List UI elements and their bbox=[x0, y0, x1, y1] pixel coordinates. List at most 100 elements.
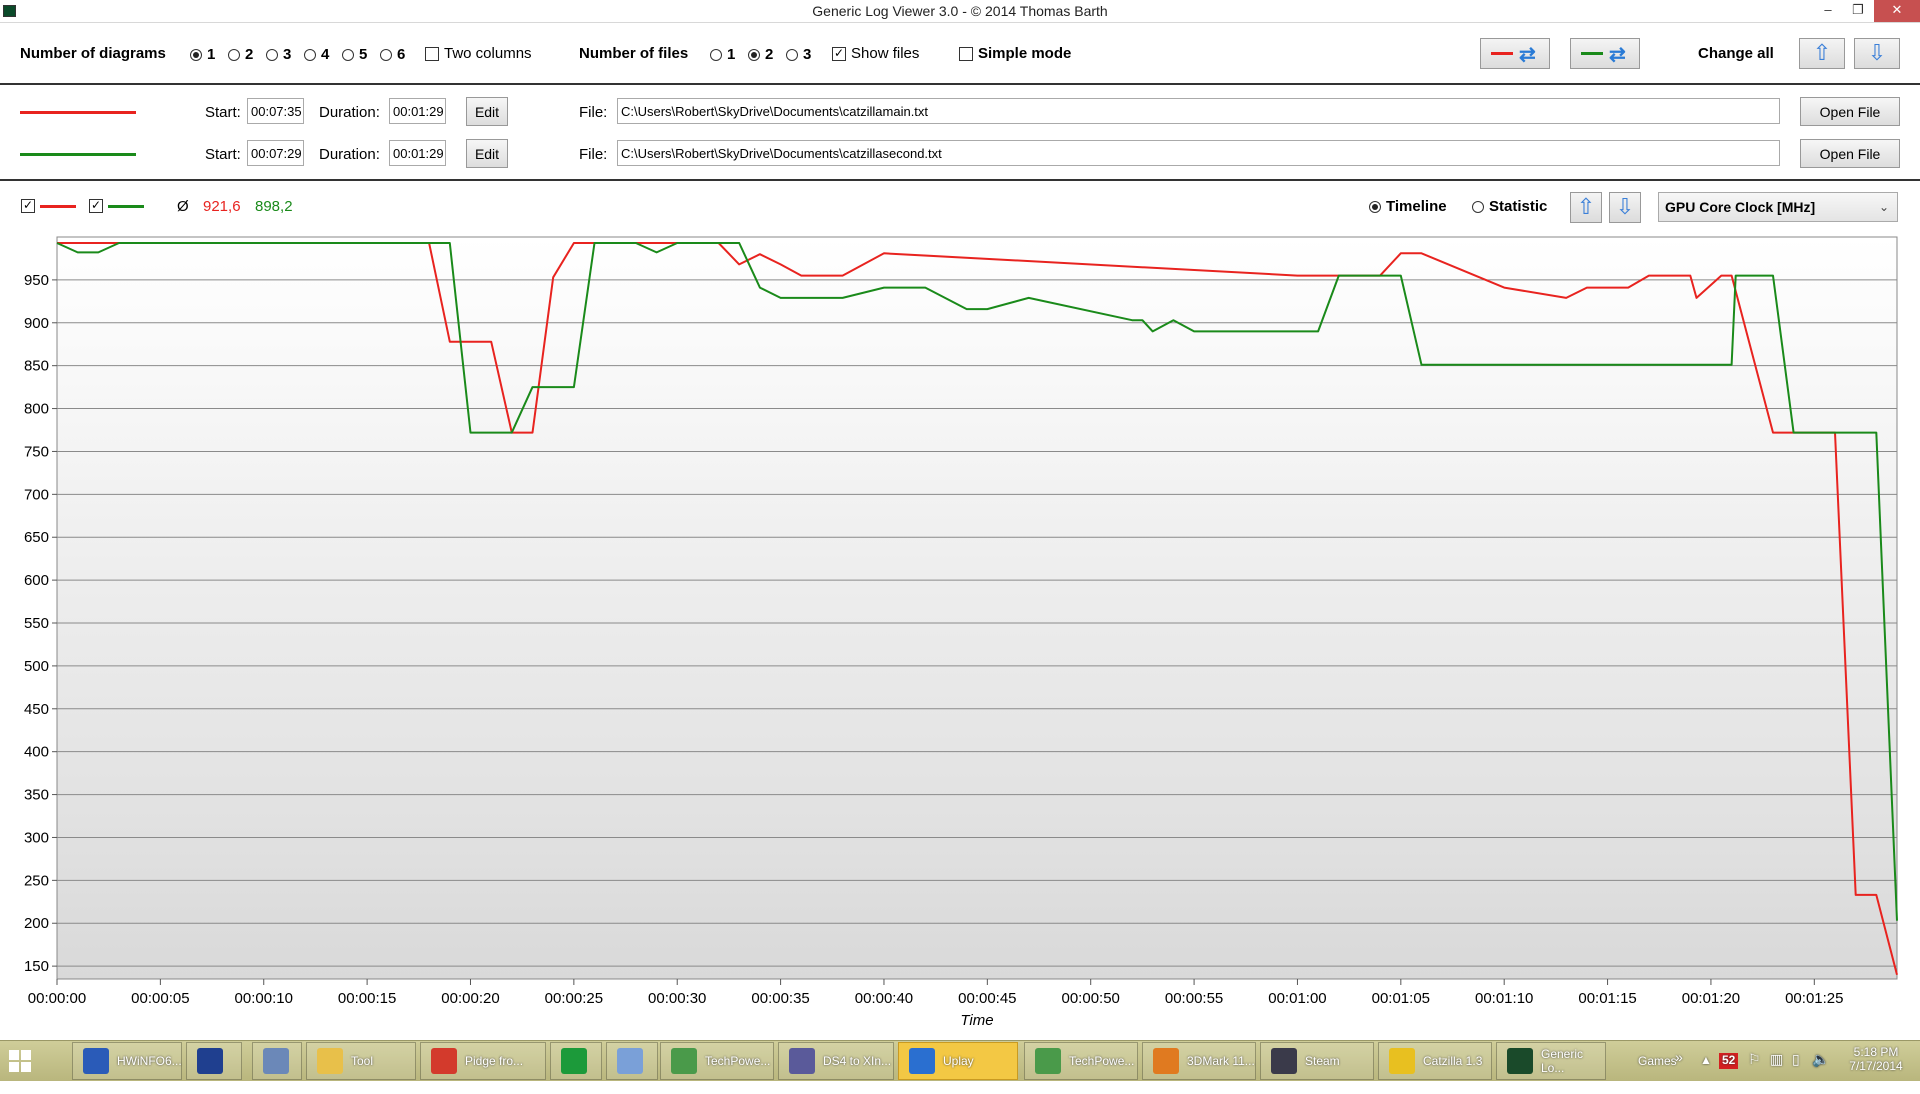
battery-icon[interactable]: ▯ bbox=[1792, 1051, 1800, 1091]
taskbar-item[interactable]: Pidge fro... bbox=[420, 1042, 546, 1080]
x-tick-label: 00:01:10 bbox=[1475, 990, 1533, 1007]
timeline-radio[interactable]: Timeline bbox=[1369, 198, 1447, 215]
taskbar-item[interactable]: HWiNFO6... bbox=[72, 1042, 182, 1080]
taskbar-item[interactable] bbox=[252, 1042, 302, 1080]
paint-icon bbox=[617, 1048, 643, 1074]
swap-green-button[interactable]: ⇄ bbox=[1570, 38, 1640, 69]
taskbar-item[interactable]: Steam bbox=[1260, 1042, 1374, 1080]
diagrams-label: Number of diagrams bbox=[20, 45, 166, 62]
ds4-icon bbox=[789, 1048, 815, 1074]
x-tick-label: 00:00:10 bbox=[235, 990, 293, 1007]
two-columns-checkbox[interactable]: Two columns bbox=[425, 45, 532, 62]
window-title: Generic Log Viewer 3.0 - © 2014 Thomas B… bbox=[812, 3, 1108, 19]
x-tick-label: 00:00:05 bbox=[131, 990, 189, 1007]
y-tick-label: 500 bbox=[24, 658, 49, 675]
start-input[interactable]: 00:07:35 bbox=[247, 98, 304, 124]
chevron-up-icon[interactable]: » bbox=[1675, 1049, 1683, 1089]
file-path-input[interactable]: C:\Users\Robert\SkyDrive\Documents\catzi… bbox=[617, 98, 1780, 124]
open-file-button[interactable]: Open File bbox=[1800, 97, 1900, 126]
swap-red-button[interactable]: ⇄ bbox=[1480, 38, 1550, 69]
taskbar-item[interactable]: Generic Lo... bbox=[1496, 1042, 1606, 1080]
chart-arrow-down-button[interactable]: ⇩ bbox=[1609, 192, 1641, 223]
taskbar-item[interactable]: DS4 to XIn... bbox=[778, 1042, 894, 1080]
duration-input[interactable]: 00:01:29 bbox=[389, 98, 446, 124]
diagrams-radio-3[interactable]: 3 bbox=[266, 46, 291, 63]
minimize-button[interactable]: – bbox=[1813, 0, 1843, 22]
edit-button[interactable]: Edit bbox=[466, 139, 508, 168]
x-tick-label: 00:00:45 bbox=[958, 990, 1016, 1007]
diagrams-radio-5[interactable]: 5 bbox=[342, 46, 367, 63]
chrome-icon bbox=[431, 1048, 457, 1074]
start-label: Start: bbox=[205, 146, 241, 163]
flag-icon[interactable]: ⚐ bbox=[1748, 1051, 1761, 1091]
y-tick-label: 800 bbox=[24, 401, 49, 418]
arrow-down-icon: ⇩ bbox=[1867, 40, 1887, 65]
radio-dot bbox=[380, 48, 392, 61]
taskbar: HWiNFO6... Tool Pidge fro... TechPowe... DS4… bbox=[0, 1040, 1920, 1081]
arrow-up-button[interactable]: ⇧ bbox=[1799, 38, 1845, 69]
y-tick-label: 200 bbox=[24, 915, 49, 932]
open-file-button[interactable]: Open File bbox=[1800, 139, 1900, 168]
taskbar-item[interactable]: TechPowe... bbox=[660, 1042, 774, 1080]
files-radio-3[interactable]: 3 bbox=[786, 46, 811, 63]
show-files-checkbox[interactable]: ✓ Show files bbox=[832, 45, 919, 62]
y-tick-label: 650 bbox=[24, 529, 49, 546]
taskbar-item[interactable]: Uplay bbox=[898, 1042, 1018, 1080]
x-tick-label: 00:00:15 bbox=[338, 990, 396, 1007]
taskbar-item[interactable]: 3DMark 11... bbox=[1142, 1042, 1256, 1080]
close-button[interactable]: ✕ bbox=[1874, 0, 1920, 22]
volume-icon[interactable]: 🔈 bbox=[1812, 1051, 1829, 1091]
edit-button[interactable]: Edit bbox=[466, 97, 508, 126]
x-axis-label: Time bbox=[960, 1012, 993, 1029]
diagrams-radio-1[interactable]: 1 bbox=[190, 46, 215, 63]
radio-label: 2 bbox=[245, 46, 254, 63]
restore-button[interactable]: ❐ bbox=[1843, 0, 1873, 22]
sensor-select[interactable]: GPU Core Clock [MHz] ⌄ bbox=[1658, 192, 1898, 222]
network-icon[interactable]: ▥ bbox=[1770, 1051, 1783, 1091]
diagrams-radio-4[interactable]: 4 bbox=[304, 46, 329, 63]
tray-badge[interactable]: 52 bbox=[1719, 1053, 1739, 1069]
radio-dot bbox=[710, 48, 722, 61]
taskbar-item[interactable] bbox=[186, 1042, 242, 1080]
series-green-checkbox[interactable]: ✓ bbox=[89, 199, 103, 213]
statistic-radio[interactable]: Statistic bbox=[1472, 198, 1547, 215]
taskbar-item[interactable]: TechPowe... bbox=[1024, 1042, 1138, 1080]
x-tick-label: 00:00:30 bbox=[648, 990, 706, 1007]
x-tick-label: 00:00:40 bbox=[855, 990, 913, 1007]
series-color-swatch bbox=[20, 111, 136, 114]
taskbar-item[interactable] bbox=[606, 1042, 658, 1080]
radio-label: 6 bbox=[397, 46, 406, 63]
diagrams-radio-2[interactable]: 2 bbox=[228, 46, 253, 63]
start-button[interactable] bbox=[8, 1042, 48, 1080]
chart-arrow-up-button[interactable]: ⇧ bbox=[1570, 192, 1602, 223]
arrow-down-button[interactable]: ⇩ bbox=[1854, 38, 1900, 69]
taskbar-item[interactable] bbox=[550, 1042, 602, 1080]
radio-dot bbox=[190, 48, 202, 61]
simple-mode-checkbox[interactable]: Simple mode bbox=[959, 45, 1071, 62]
diagrams-radio-6[interactable]: 6 bbox=[380, 46, 405, 63]
duration-input[interactable]: 00:01:29 bbox=[389, 140, 446, 166]
show-hidden-icons-button[interactable]: ▲ bbox=[1700, 1053, 1712, 1093]
y-tick-label: 550 bbox=[24, 615, 49, 632]
clock[interactable]: 5:18 PM 7/17/2014 bbox=[1846, 1045, 1906, 1085]
radio-dot bbox=[304, 48, 316, 61]
y-tick-label: 350 bbox=[24, 787, 49, 804]
files-radio-1[interactable]: 1 bbox=[710, 46, 735, 63]
y-tick-label: 950 bbox=[24, 272, 49, 289]
files-radio-2[interactable]: 2 bbox=[748, 46, 773, 63]
taskbar-item[interactable]: Catzilla 1.3 bbox=[1378, 1042, 1492, 1080]
gpuz-icon bbox=[1035, 1048, 1061, 1074]
series-red-checkbox[interactable]: ✓ bbox=[21, 199, 35, 213]
red-line-swatch bbox=[1491, 52, 1513, 55]
arrow-up-icon: ⇧ bbox=[1812, 40, 1832, 65]
x-tick-label: 00:00:50 bbox=[1062, 990, 1120, 1007]
start-input[interactable]: 00:07:29 bbox=[247, 140, 304, 166]
clock-date: 7/17/2014 bbox=[1849, 1059, 1903, 1073]
file-path-input[interactable]: C:\Users\Robert\SkyDrive\Documents\catzi… bbox=[617, 140, 1780, 166]
taskbar-item[interactable]: Tool bbox=[306, 1042, 416, 1080]
x-tick-label: 00:00:55 bbox=[1165, 990, 1223, 1007]
y-tick-label: 150 bbox=[24, 958, 49, 975]
radio-label: 2 bbox=[765, 46, 774, 63]
radio-label: 4 bbox=[321, 46, 330, 63]
tray-toolbar-label[interactable]: Games bbox=[1638, 1054, 1677, 1094]
